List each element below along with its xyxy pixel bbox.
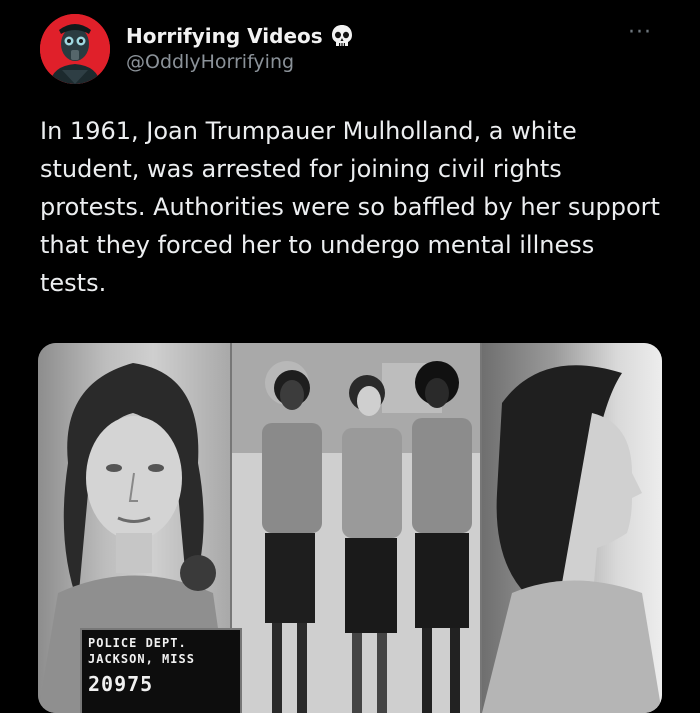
tweet-media[interactable]: POLICE DEPT. JACKSON, MISS 20975 <box>38 343 662 713</box>
skull-icon <box>331 24 353 48</box>
police-placard: POLICE DEPT. JACKSON, MISS 20975 <box>80 628 242 713</box>
placard-line-2: JACKSON, MISS <box>88 652 195 666</box>
placard-line-1: POLICE DEPT. <box>88 636 187 650</box>
author-display-name[interactable]: Horrifying Videos <box>126 24 323 48</box>
more-options-icon[interactable]: ··· <box>628 20 652 45</box>
placard-number: 20975 <box>88 672 154 696</box>
author-name[interactable]: Horrifying Videos <box>126 24 353 48</box>
group-photo <box>232 343 480 713</box>
author-handle[interactable]: @OddlyHorrifying <box>126 51 294 73</box>
gas-mask-figure-icon <box>40 14 110 84</box>
tweet-text: In 1961, Joan Trumpauer Mulholland, a wh… <box>40 117 660 297</box>
mugshot-profile-photo <box>482 343 662 713</box>
avatar[interactable] <box>40 14 110 84</box>
